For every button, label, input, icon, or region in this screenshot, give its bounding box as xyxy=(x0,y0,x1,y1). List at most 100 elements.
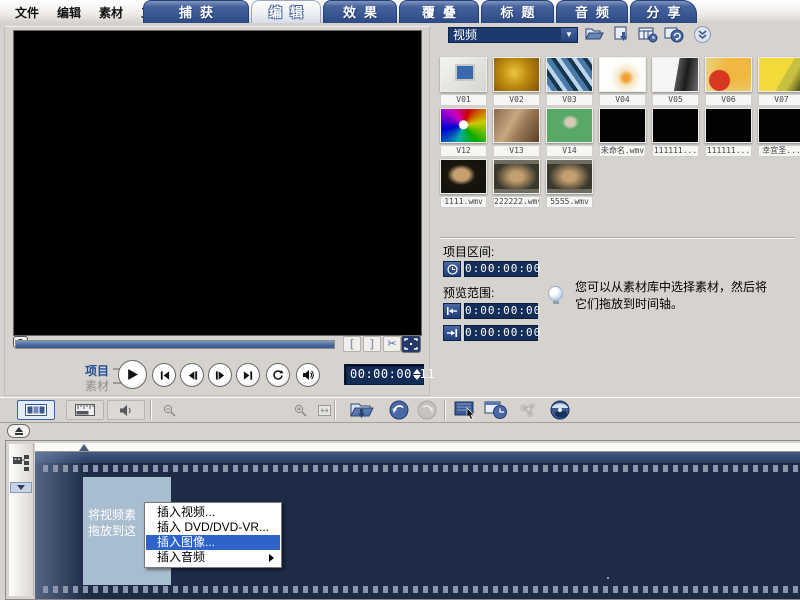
timeline-view-button[interactable] xyxy=(66,400,104,420)
clip-thumbnail[interactable] xyxy=(652,57,699,92)
library-clip[interactable]: 未命名.wmv xyxy=(599,108,646,157)
clip-thumbnail[interactable] xyxy=(705,108,752,143)
end-button[interactable] xyxy=(236,363,260,387)
mark-out-field[interactable]: 0:00:00:00 xyxy=(464,325,540,341)
panel-collapse-button[interactable] xyxy=(7,424,30,438)
project-duration-label: 项目区间: xyxy=(443,245,495,259)
dropdown-arrow-icon[interactable]: ▼ xyxy=(561,28,577,42)
library-clip[interactable]: 222222.wmv xyxy=(493,159,540,208)
library-clip[interactable]: V06 xyxy=(705,57,752,106)
clip-thumbnail[interactable] xyxy=(546,57,593,92)
load-video-button[interactable] xyxy=(585,26,607,44)
insert-media-button[interactable] xyxy=(612,26,634,44)
library-clip[interactable]: 5555.wmv xyxy=(546,159,593,208)
surround-sound-icon xyxy=(520,403,535,418)
preview-timecode-field[interactable]: 00:00:00:11 xyxy=(344,364,434,385)
mark-in-field[interactable]: 0:00:00:00 xyxy=(464,303,540,319)
enlarge-preview-button[interactable] xyxy=(401,335,421,353)
library-clip[interactable]: 111111... xyxy=(705,108,752,157)
zoom-out-button[interactable] xyxy=(155,399,183,421)
mark-in-bracket-button[interactable]: [ xyxy=(343,336,361,352)
repeat-button[interactable] xyxy=(266,363,290,387)
clip-thumbnail[interactable] xyxy=(599,57,646,92)
mark-out-bracket-button[interactable]: ] xyxy=(363,336,381,352)
clip-thumbnail[interactable] xyxy=(758,108,800,143)
get-more-media-button[interactable] xyxy=(664,26,686,44)
smart-proxy-manager-button[interactable] xyxy=(452,399,480,421)
tab-audio[interactable]: 音频 xyxy=(556,0,628,23)
tab-capture[interactable]: 捕获 xyxy=(143,0,249,23)
library-clip[interactable]: 幸宜圣... xyxy=(758,108,800,157)
mark-in-button[interactable] xyxy=(443,303,461,319)
library-clip[interactable]: V05 xyxy=(652,57,699,106)
playback-mode-clip-label[interactable]: 素材 xyxy=(85,377,109,394)
play-button[interactable] xyxy=(118,360,147,389)
film-sprockets-top xyxy=(43,465,800,472)
library-clip[interactable]: V07 xyxy=(758,57,800,106)
skip-end-icon xyxy=(243,370,252,380)
tab-edit[interactable]: 编辑 xyxy=(251,0,321,23)
tab-share[interactable]: 分享 xyxy=(630,0,697,23)
menu-item-insert-image[interactable]: 插入图像... xyxy=(146,535,280,550)
surround-sound-mixer-button[interactable] xyxy=(514,399,542,421)
clip-label: 222222.wmv xyxy=(493,196,540,208)
create-disc-button[interactable] xyxy=(546,399,574,421)
clip-thumbnail[interactable] xyxy=(705,57,752,92)
library-clip[interactable]: V12 xyxy=(440,108,487,157)
library-clip[interactable]: V02 xyxy=(493,57,540,106)
menu-file[interactable]: 文件 xyxy=(6,0,48,22)
undo-button[interactable] xyxy=(385,399,413,421)
home-button[interactable] xyxy=(152,363,176,387)
clip-thumbnail[interactable] xyxy=(546,159,593,194)
mark-out-button[interactable] xyxy=(443,325,461,341)
next-frame-button[interactable] xyxy=(208,363,232,387)
library-clip[interactable]: 1111.wmv xyxy=(440,159,487,208)
timeline-ruler[interactable] xyxy=(35,443,800,452)
library-clip[interactable]: 111111... xyxy=(652,108,699,157)
insert-media-files-button[interactable] xyxy=(346,399,378,421)
tab-effects[interactable]: 效果 xyxy=(323,0,397,23)
storyboard-view-button[interactable] xyxy=(17,400,55,420)
tab-title[interactable]: 标题 xyxy=(481,0,554,23)
clip-thumbnail[interactable] xyxy=(758,57,800,92)
library-category-dropdown[interactable]: 视频 ▼ xyxy=(448,27,578,43)
library-clip[interactable]: V01 xyxy=(440,57,487,106)
audio-view-button[interactable] xyxy=(107,400,145,420)
clip-thumbnail[interactable] xyxy=(493,108,540,143)
library-clip[interactable]: V14 xyxy=(546,108,593,157)
project-duration-field[interactable]: 0:00:00:00 xyxy=(464,261,540,277)
batch-convert-button[interactable] xyxy=(482,399,510,421)
ruler-position-marker[interactable] xyxy=(79,444,89,451)
menu-item-insert-audio[interactable]: 插入音频 xyxy=(146,550,280,565)
tab-overlay[interactable]: 覆叠 xyxy=(399,0,479,23)
system-volume-button[interactable] xyxy=(296,363,320,387)
options-expand-button[interactable] xyxy=(694,26,716,44)
menu-item-insert-video[interactable]: 插入视频... xyxy=(146,505,280,520)
clip-thumbnail[interactable] xyxy=(652,108,699,143)
clip-thumbnail[interactable] xyxy=(440,108,487,143)
library-clip[interactable]: V03 xyxy=(546,57,593,106)
library-clip[interactable]: V13 xyxy=(493,108,540,157)
clip-thumbnail[interactable] xyxy=(493,57,540,92)
timecode-spinner[interactable] xyxy=(411,366,422,383)
open-folder-icon xyxy=(585,28,604,40)
clip-thumbnail[interactable] xyxy=(440,159,487,194)
redo-button[interactable] xyxy=(413,399,441,421)
project-duration-clock-button[interactable] xyxy=(443,261,461,277)
library-clip[interactable]: V04 xyxy=(599,57,646,106)
clip-thumbnail[interactable] xyxy=(440,57,487,92)
clip-thumbnail[interactable] xyxy=(546,108,593,143)
video-track-icon[interactable] xyxy=(12,454,30,476)
library-manager-button[interactable] xyxy=(638,26,660,44)
double-chevron-down-icon xyxy=(694,26,711,43)
cut-clip-button[interactable]: ✂ xyxy=(383,336,401,352)
scrubber-track[interactable] xyxy=(15,340,335,349)
menu-edit[interactable]: 编辑 xyxy=(48,0,90,22)
menu-clip[interactable]: 素材 xyxy=(90,0,132,22)
track-select-dropdown[interactable] xyxy=(10,482,32,493)
clip-thumbnail[interactable] xyxy=(493,159,540,194)
clip-thumbnail[interactable] xyxy=(599,108,646,143)
previous-frame-button[interactable] xyxy=(180,363,204,387)
menu-item-insert-dvd[interactable]: 插入 DVD/DVD-VR... xyxy=(146,520,280,535)
clip-label: 111111... xyxy=(652,145,699,157)
